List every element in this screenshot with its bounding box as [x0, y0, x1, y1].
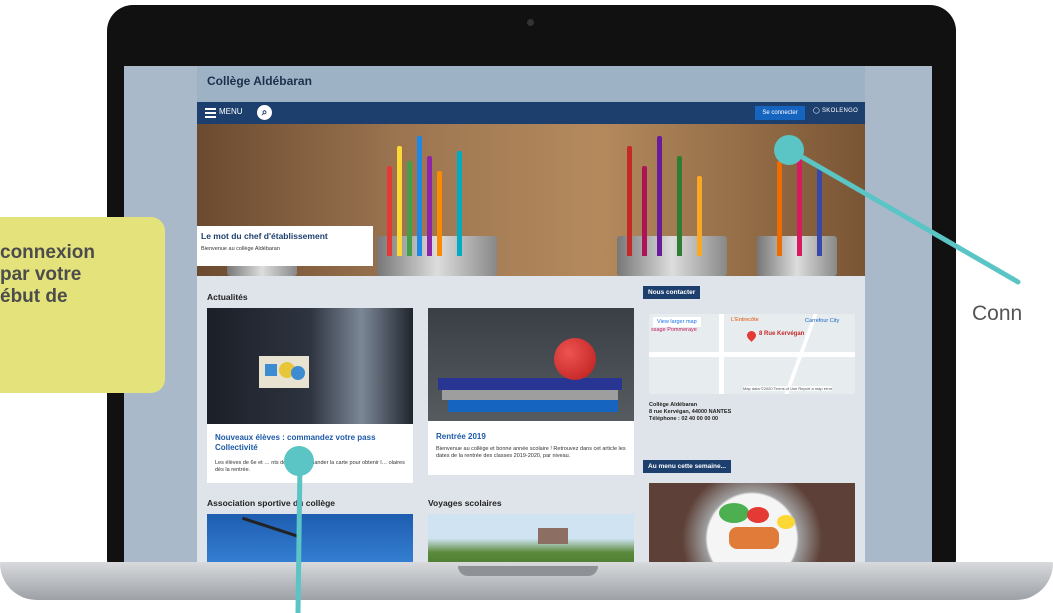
bottom-pointer-dot: [284, 446, 314, 476]
bottom-pointer-line: [295, 461, 303, 613]
right-pointer-line: [787, 147, 1021, 285]
right-pointer-dot: [774, 135, 804, 165]
callout-pointers: [284, 135, 1021, 613]
